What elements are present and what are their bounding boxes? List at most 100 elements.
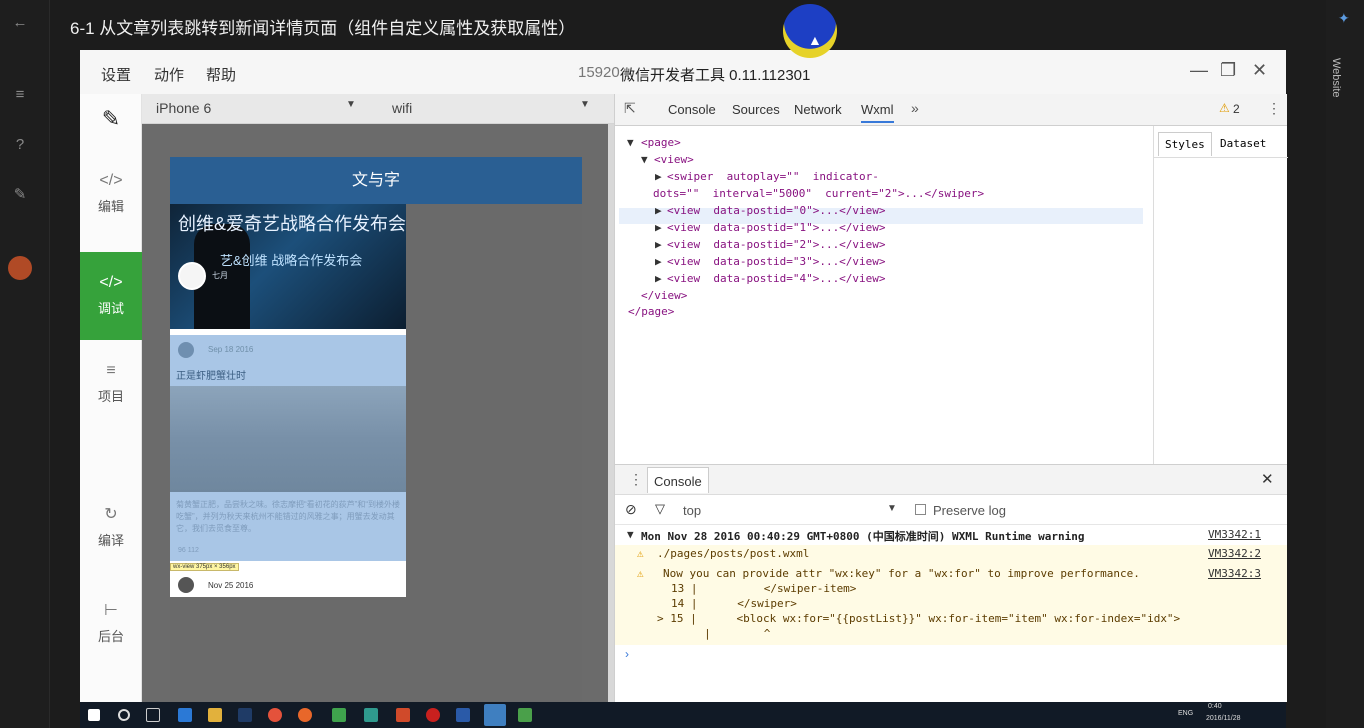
chevron-down-icon[interactable]: ▼: [887, 503, 897, 514]
powerpoint-icon[interactable]: [396, 708, 410, 722]
styles-panel: Styles Dataset: [1153, 126, 1288, 464]
device-select[interactable]: iPhone 6: [156, 100, 211, 116]
kebab-menu-icon[interactable]: ⋮: [629, 471, 643, 488]
expand-triangle-icon[interactable]: ▶: [655, 238, 662, 251]
console-drawer: ⋮ Console ✕ ⊘ ▽ top ▼ Preserve log ▼ Mon…: [615, 464, 1287, 702]
tree-node-view[interactable]: <view>: [654, 153, 694, 166]
clock-date[interactable]: 2016/11/28: [1206, 715, 1241, 722]
menu-settings[interactable]: 设置: [101, 64, 131, 85]
context-select[interactable]: top: [683, 503, 701, 518]
expand-triangle-icon[interactable]: ▶: [655, 170, 662, 183]
avatar: [178, 577, 194, 593]
tree-node-swiper-cont: dots="" interval="5000" current="2">...<…: [653, 187, 985, 200]
word-icon[interactable]: [456, 708, 470, 722]
filter-icon[interactable]: ▽: [655, 501, 665, 517]
sidebar-item-label: 编辑: [97, 199, 124, 214]
post-card[interactable]: Sep 18 2016 正是虾肥蟹壮时 菊黄蟹正肥，品尝秋之味。徐志摩把“看初花…: [170, 335, 406, 561]
avatar: [178, 262, 206, 290]
video-title: 6-1 从文章列表跳转到新闻详情页面（组件自定义属性及获取属性）: [70, 19, 576, 38]
warning-icon[interactable]: ⚠: [1219, 101, 1230, 115]
firefox-icon[interactable]: [298, 708, 312, 722]
tab-dataset[interactable]: Dataset: [1220, 137, 1266, 150]
source-link[interactable]: VM3342:2: [1208, 547, 1261, 560]
app-icon[interactable]: [332, 708, 346, 722]
post-date: Nov 25 2016: [208, 581, 254, 590]
clear-console-icon[interactable]: ⊘: [625, 501, 637, 518]
maximize-icon[interactable]: ❐: [1220, 60, 1236, 81]
tree-node-page[interactable]: <page>: [641, 136, 681, 149]
input-language[interactable]: ENG: [1178, 710, 1193, 717]
chrome-icon[interactable]: [268, 708, 282, 722]
expand-triangle-icon[interactable]: ▶: [655, 221, 662, 234]
wxml-tree: ▼ <page> ▼ <view> ▶ <swiper autoplay="" …: [615, 126, 1153, 464]
menu-actions[interactable]: 动作: [154, 64, 184, 85]
code-line: 14 | </swiper>: [671, 597, 797, 610]
source-link[interactable]: VM3342:1: [1208, 528, 1261, 541]
post-content: 菊黄蟹正肥，品尝秋之味。徐志摩把“看初花的荻芦”和“到楼外楼吃蟹”，并列为秋天来…: [176, 500, 400, 533]
close-icon[interactable]: ✕: [1261, 470, 1274, 488]
list-icon[interactable]: ≡: [11, 86, 29, 104]
preserve-log-checkbox[interactable]: [915, 504, 926, 515]
sidebar-item-edit[interactable]: </> 编辑: [80, 172, 142, 215]
tab-network[interactable]: Network: [794, 102, 842, 117]
expand-triangle-icon[interactable]: ▼: [641, 153, 648, 166]
file-explorer-icon[interactable]: [208, 708, 222, 722]
tab-console[interactable]: Console: [668, 102, 716, 117]
chevron-down-icon[interactable]: ▼: [346, 99, 356, 110]
question-icon[interactable]: ?: [11, 136, 29, 154]
search-icon[interactable]: [118, 709, 130, 721]
nav-title: 文与字: [170, 157, 582, 204]
sidebar-item-backend[interactable]: ⊢ 后台: [80, 600, 142, 645]
pencil-icon[interactable]: ✎: [11, 186, 29, 204]
app-logo-icon: ✎: [101, 106, 121, 131]
tab-sources[interactable]: Sources: [732, 102, 780, 117]
wechat-devtools-icon[interactable]: [484, 704, 506, 726]
tree-node-post-2[interactable]: <view data-postid="2">...</view>: [667, 238, 886, 251]
player-left-rail: ← ≡ ? ✎: [0, 0, 50, 728]
source-link[interactable]: VM3342:3: [1208, 567, 1261, 580]
sidebar-item-debug[interactable]: </> 调试: [80, 252, 142, 340]
expand-triangle-icon[interactable]: ▶: [655, 204, 662, 217]
menu-help[interactable]: 帮助: [206, 64, 236, 85]
expand-triangle-icon[interactable]: ▶: [655, 255, 662, 268]
minimize-icon[interactable]: —: [1190, 60, 1208, 81]
edge-icon[interactable]: [178, 708, 192, 722]
clock-time[interactable]: 0:40: [1208, 703, 1222, 710]
windows-start-icon[interactable]: [88, 709, 100, 721]
swiper-date: 七月: [212, 271, 228, 280]
expand-triangle-icon[interactable]: ▼: [627, 528, 634, 541]
post-list: 创维&爱奇艺战略合作发布会 艺&创维 战略合作发布会 七月 Sep 18 201…: [170, 204, 406, 597]
photoshop-icon[interactable]: [238, 708, 252, 722]
tab-styles[interactable]: Styles: [1158, 132, 1212, 156]
recorder-icon[interactable]: [426, 708, 440, 722]
tab-wxml[interactable]: Wxml: [861, 102, 894, 123]
user-avatar[interactable]: [8, 256, 32, 280]
player-right-rail: ✦ Website: [1326, 0, 1364, 728]
ide-window: 设置 动作 帮助 15920 微信开发者工具 0.11.112301 — ❐ ✕…: [80, 50, 1288, 702]
kebab-menu-icon[interactable]: ⋮: [1267, 100, 1281, 117]
close-icon[interactable]: ✕: [1252, 60, 1267, 81]
backend-icon: ⊢: [104, 602, 118, 619]
code-line: 13 | </swiper-item>: [671, 582, 857, 595]
tree-node-post-4[interactable]: <view data-postid="4">...</view>: [667, 272, 886, 285]
sidebar-item-compile[interactable]: ↻ 编译: [80, 504, 142, 549]
website-label[interactable]: Website: [1330, 58, 1342, 98]
tree-node-post-0[interactable]: <view data-postid="0">...</view>: [667, 204, 886, 217]
console-prompt-icon[interactable]: ›: [625, 647, 629, 661]
network-select[interactable]: wifi: [392, 100, 412, 116]
tree-node-swiper[interactable]: <swiper autoplay="" indicator-: [667, 170, 879, 183]
swiper-banner[interactable]: 创维&爱奇艺战略合作发布会 艺&创维 战略合作发布会 七月: [170, 204, 406, 329]
back-arrow-icon[interactable]: ←: [11, 14, 29, 32]
app-icon[interactable]: [364, 708, 378, 722]
inspect-icon[interactable]: ⇱: [624, 100, 636, 117]
chevron-down-icon[interactable]: ▼: [580, 99, 590, 110]
expand-triangle-icon[interactable]: ▶: [655, 272, 662, 285]
sidebar-item-project[interactable]: ≡ 项目: [80, 362, 142, 405]
tab-console-drawer[interactable]: Console: [647, 467, 709, 493]
task-view-icon[interactable]: [146, 708, 160, 722]
tree-node-post-3[interactable]: <view data-postid="3">...</view>: [667, 255, 886, 268]
tree-node-post-1[interactable]: <view data-postid="1">...</view>: [667, 221, 886, 234]
more-tabs-icon[interactable]: »: [911, 100, 919, 116]
expand-triangle-icon[interactable]: ▼: [627, 136, 634, 149]
app-icon[interactable]: [518, 708, 532, 722]
